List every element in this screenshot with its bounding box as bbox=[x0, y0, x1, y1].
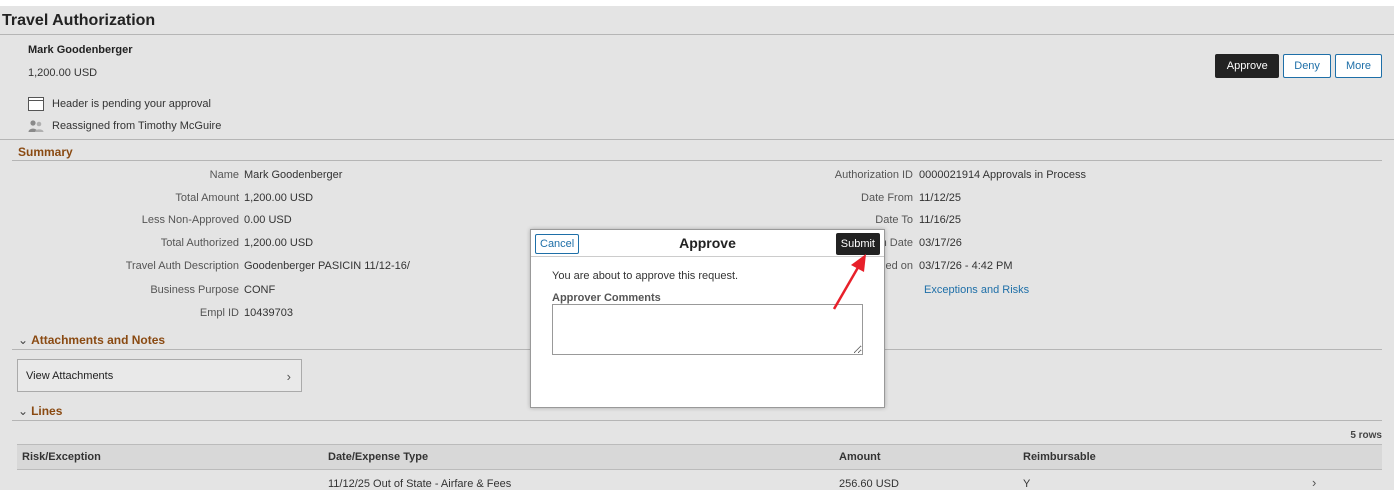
approver-comments-label: Approver Comments bbox=[552, 292, 661, 304]
cancel-button[interactable]: Cancel bbox=[535, 234, 580, 254]
approver-comments-input[interactable] bbox=[552, 304, 863, 355]
modal-overlay: Approve Cancel Submit You are about to a… bbox=[0, 0, 1394, 487]
red-arrow-annotation bbox=[832, 254, 866, 310]
dialog-message: You are about to approve this request. bbox=[552, 270, 739, 282]
dialog-title: Approve bbox=[679, 235, 736, 251]
